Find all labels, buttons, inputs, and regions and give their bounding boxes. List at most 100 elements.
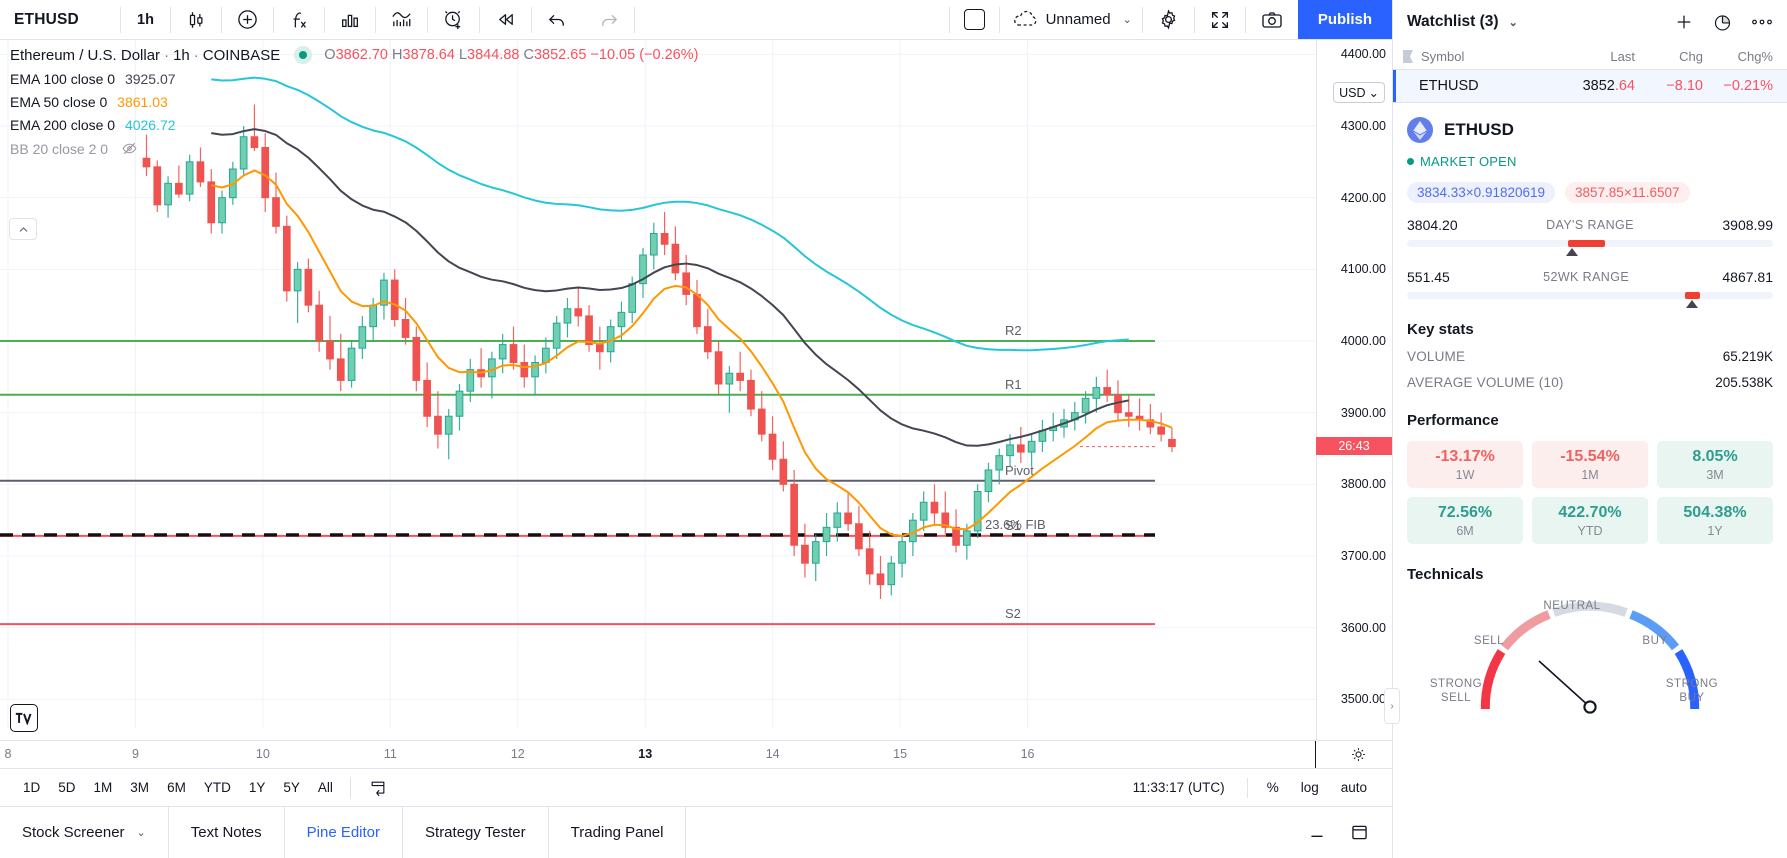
replay-icon[interactable] [480, 0, 531, 39]
log-scale-button[interactable]: log [1290, 780, 1330, 795]
wk52-range-block: 551.45 52WK RANGE 4867.81 [1407, 269, 1773, 308]
gauge-label-sell: SELL [1473, 635, 1505, 647]
layout-select-icon[interactable] [950, 0, 999, 39]
wk52-range-low: 551.45 [1407, 269, 1450, 285]
ask-pill: 3857.85×11.6507 [1565, 182, 1690, 203]
time-tick-label: 12 [510, 747, 525, 761]
time-tick-label: 13 [638, 747, 653, 761]
chart-canvas[interactable]: R2 R1 Pivot S1 S2 23.6% FIB Ethereum / U.S. D… [0, 40, 1316, 740]
camera-icon[interactable] [1246, 0, 1298, 39]
layout-name-button[interactable]: Unnamed ⌄ [1000, 0, 1142, 39]
plus-icon[interactable] [1674, 12, 1694, 32]
date-range-icon[interactable] [359, 778, 397, 798]
gauge-label-strong-sell: STRONG SELL [1429, 678, 1483, 705]
range-all[interactable]: All [309, 780, 342, 795]
perf-1w-value: -13.17% [1435, 448, 1495, 465]
auto-scale-button[interactable]: auto [1330, 780, 1378, 795]
range-3m[interactable]: 3M [121, 780, 158, 795]
tab-stock-screener-label: Stock Screener [22, 824, 125, 841]
watchlist-row-ethusd[interactable]: ETHUSD 3852.64 −8.10 −0.21% [1393, 70, 1787, 102]
tab-pine-editor-label: Pine Editor [306, 824, 381, 841]
wk52-range-track [1407, 292, 1773, 308]
redo-icon[interactable] [583, 0, 634, 39]
perf-1m[interactable]: -15.54% 1M [1532, 441, 1648, 488]
tradingview-app: ETHUSD 1h Unnamed ⌄ Publish R2 R1 Pivot … [0, 0, 1787, 858]
interval-button[interactable]: 1h [121, 0, 170, 39]
toolbar-right-group: Unnamed ⌄ Publish [948, 0, 1392, 39]
fullscreen-icon[interactable] [1195, 0, 1245, 39]
range-1y[interactable]: 1Y [240, 780, 275, 795]
gauge-label-buy: BUY [1642, 635, 1668, 647]
bar-replay-stats-icon[interactable] [325, 0, 375, 39]
perf-6m-value: 72.56% [1437, 504, 1493, 521]
panel-resize-handle[interactable]: › [1384, 688, 1400, 724]
watchlist-title-button[interactable]: Watchlist (3) ⌄ [1407, 13, 1518, 31]
time-scale[interactable]: 8 9 10 11 12 13 14 15 16 [0, 740, 1392, 768]
days-range-marker [1565, 248, 1578, 256]
watchlist-title-label: Watchlist (3) [1407, 13, 1499, 30]
perf-1y[interactable]: 504.38% 1Y [1657, 497, 1773, 544]
wk52-range-fill [1685, 292, 1700, 299]
minimize-icon[interactable] [1307, 823, 1327, 843]
ethereum-icon [1407, 117, 1433, 143]
collapse-flag-icon[interactable] [1403, 50, 1413, 63]
indicators-add-icon[interactable] [222, 0, 273, 39]
tab-text-notes[interactable]: Text Notes [169, 807, 285, 858]
tab-strategy-tester-label: Strategy Tester [425, 824, 526, 841]
range-5y[interactable]: 5Y [274, 780, 309, 795]
gauge-hub [1583, 700, 1597, 714]
perf-1w[interactable]: -13.17% 1W [1407, 441, 1523, 488]
wk52-range-marker [1686, 300, 1699, 308]
alert-add-icon[interactable] [428, 0, 479, 39]
perf-6m[interactable]: 72.56% 6M [1407, 497, 1523, 544]
perf-3m[interactable]: 8.05% 3M [1657, 441, 1773, 488]
price-tick-label: 4300.00 [1340, 119, 1386, 133]
tradingview-logo [10, 704, 38, 732]
perf-3m-label: 3M [1706, 468, 1724, 482]
wk52-range-labels: 551.45 52WK RANGE 4867.81 [1407, 269, 1773, 285]
candle-style-icon[interactable] [171, 0, 221, 39]
pie-chart-icon[interactable] [1712, 12, 1733, 33]
legend-collapse-button[interactable] [9, 218, 37, 240]
time-scale-settings-icon[interactable] [1349, 745, 1368, 764]
undo-icon[interactable] [532, 0, 583, 39]
perf-1y-label: 1Y [1707, 524, 1723, 538]
percent-scale-button[interactable]: % [1256, 780, 1290, 795]
more-options-icon[interactable] [1751, 18, 1773, 26]
range-5d[interactable]: 5D [49, 780, 84, 795]
range-ytd[interactable]: YTD [195, 780, 240, 795]
tab-pine-editor[interactable]: Pine Editor [285, 807, 404, 858]
time-tick-label: 8 [4, 747, 12, 761]
currency-button[interactable]: USD ⌄ [1333, 82, 1385, 103]
time-tick-label: 9 [131, 747, 139, 761]
bid-pill: 3834.33×0.91820619 [1407, 182, 1556, 203]
range-1d[interactable]: 1D [14, 780, 49, 795]
technicals-title: Technicals [1407, 566, 1484, 583]
watchlist-row-chgp: −0.21% [1723, 78, 1773, 94]
technicals-gauge[interactable]: STRONG SELL SELL NEUTRAL BUY STRONG BUY [1407, 589, 1773, 721]
pine-function-icon[interactable] [274, 0, 324, 39]
market-status-label: MARKET OPEN [1420, 154, 1517, 169]
range-1m[interactable]: 1M [85, 780, 122, 795]
interval-label: 1h [137, 11, 154, 28]
chart-container: R2 R1 Pivot S1 S2 23.6% FIB Ethereum / U.S. D… [0, 40, 1392, 740]
perf-ytd[interactable]: 422.70% YTD [1532, 497, 1648, 544]
divider [349, 777, 351, 798]
tab-stock-screener[interactable]: Stock Screener ⌄ [0, 807, 169, 858]
gear-icon[interactable] [1143, 0, 1194, 39]
layout-name-label: Unnamed [1045, 11, 1111, 28]
panel-icon[interactable] [1349, 822, 1370, 843]
tab-strategy-tester[interactable]: Strategy Tester [403, 807, 549, 858]
gauge-needle [1538, 660, 1591, 708]
price-tick-label: 3800.00 [1340, 477, 1386, 492]
range-6m[interactable]: 6M [158, 780, 195, 795]
tab-trading-panel[interactable]: Trading Panel [549, 807, 687, 858]
price-scale[interactable]: USD ⌄ 4400.00 4300.00 4200.00 4100.00 4000.00… [1316, 40, 1392, 740]
tab-trading-panel-label: Trading Panel [570, 824, 664, 841]
watchlist-actions [1674, 12, 1773, 33]
bid-ask-row: 3834.33×0.91820619 3857.85×11.6507 [1407, 182, 1773, 203]
top-toolbar: ETHUSD 1h Unnamed ⌄ Publish [0, 0, 1392, 40]
publish-button[interactable]: Publish [1297, 0, 1392, 39]
symbol-button[interactable]: ETHUSD [0, 0, 120, 39]
indicator-template-icon[interactable] [376, 0, 427, 39]
